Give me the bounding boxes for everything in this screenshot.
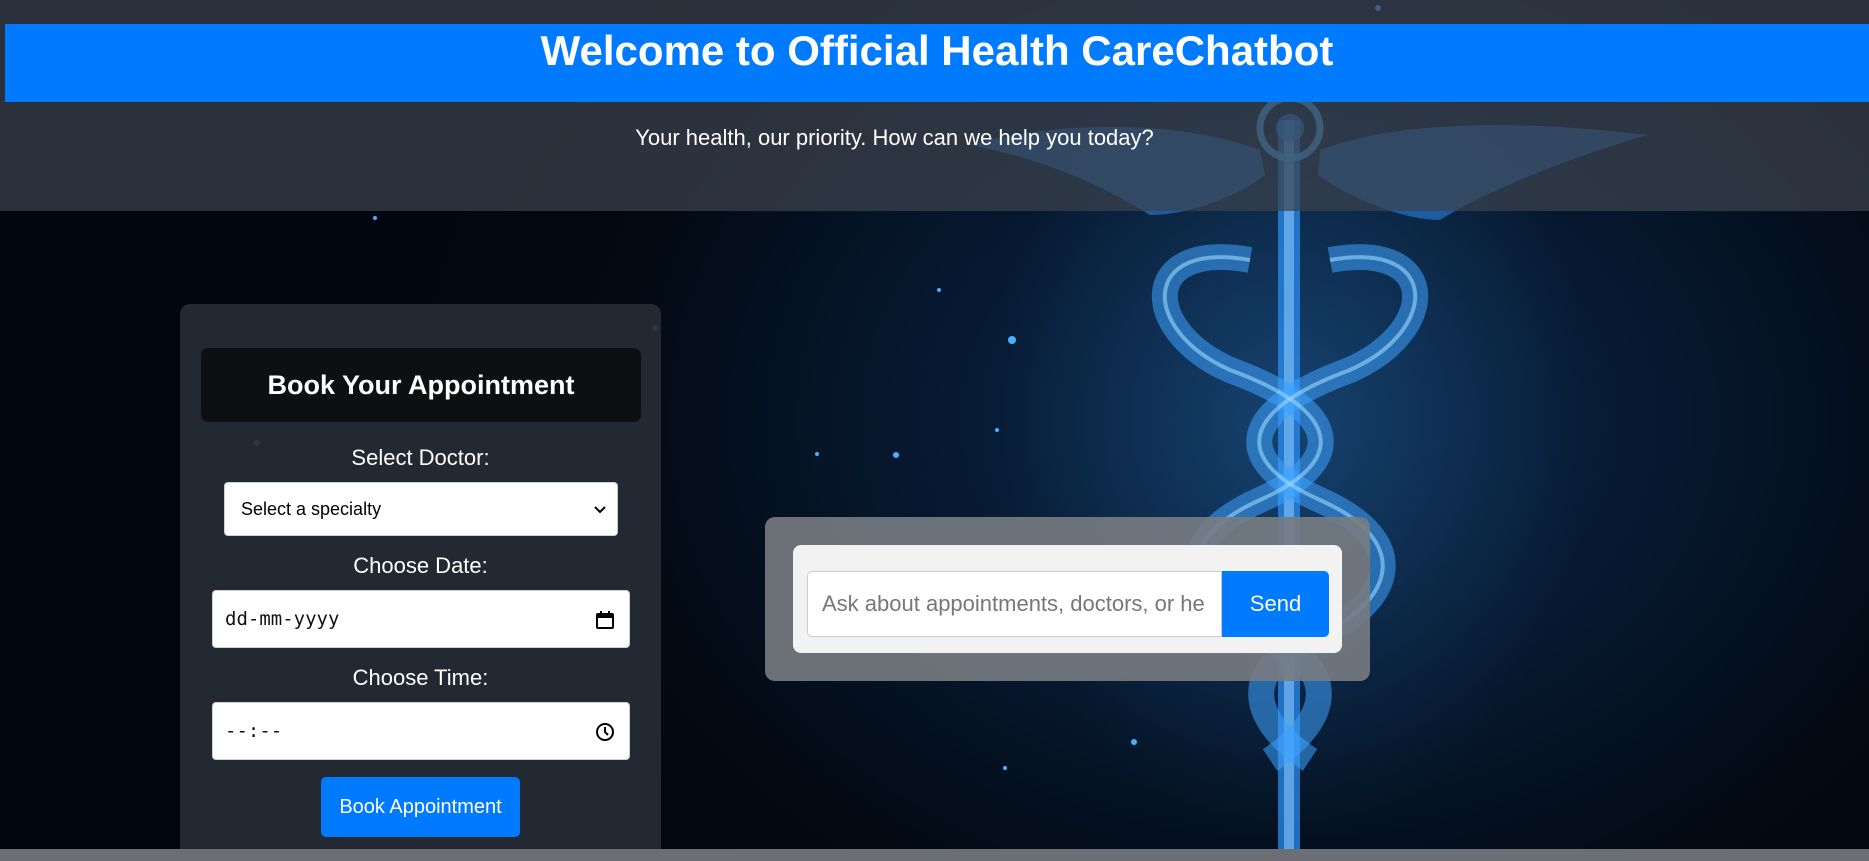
date-label: Choose Date: bbox=[353, 553, 488, 578]
book-appointment-button[interactable]: Book Appointment bbox=[321, 777, 520, 837]
chat-container: Ask about appointments, doctors, or he S… bbox=[765, 517, 1370, 681]
chevron-down-icon bbox=[594, 506, 606, 514]
page-title: Welcome to Official Health CareChatbot bbox=[540, 27, 1334, 74]
doctor-label: Select Doctor: bbox=[351, 445, 490, 470]
date-input-value: dd-mm-yyyy bbox=[225, 608, 340, 630]
time-input[interactable]: --:-- bbox=[212, 702, 630, 760]
appointment-title: Book Your Appointment bbox=[201, 348, 641, 422]
calendar-icon[interactable] bbox=[595, 610, 615, 630]
title-bar: Welcome to Official Health CareChatbot bbox=[5, 24, 1869, 102]
clock-icon[interactable] bbox=[595, 722, 615, 742]
doctor-select-value: Select a specialty bbox=[241, 498, 382, 519]
chat-input-row: Ask about appointments, doctors, or he S… bbox=[793, 545, 1342, 653]
time-label: Choose Time: bbox=[352, 665, 489, 690]
appointment-panel: Book Your Appointment Select Doctor: Sel… bbox=[180, 304, 661, 861]
send-button[interactable]: Send bbox=[1222, 571, 1329, 637]
header: Welcome to Official Health CareChatbot Y… bbox=[0, 0, 1869, 211]
page-subtitle: Your health, our priority. How can we he… bbox=[635, 125, 1154, 150]
chat-input[interactable]: Ask about appointments, doctors, or he bbox=[807, 571, 1222, 637]
date-input[interactable]: dd-mm-yyyy bbox=[212, 590, 630, 648]
horizontal-scrollbar[interactable] bbox=[0, 849, 1869, 861]
time-input-value: --:-- bbox=[225, 720, 283, 742]
doctor-select[interactable]: Select a specialty bbox=[224, 482, 618, 536]
